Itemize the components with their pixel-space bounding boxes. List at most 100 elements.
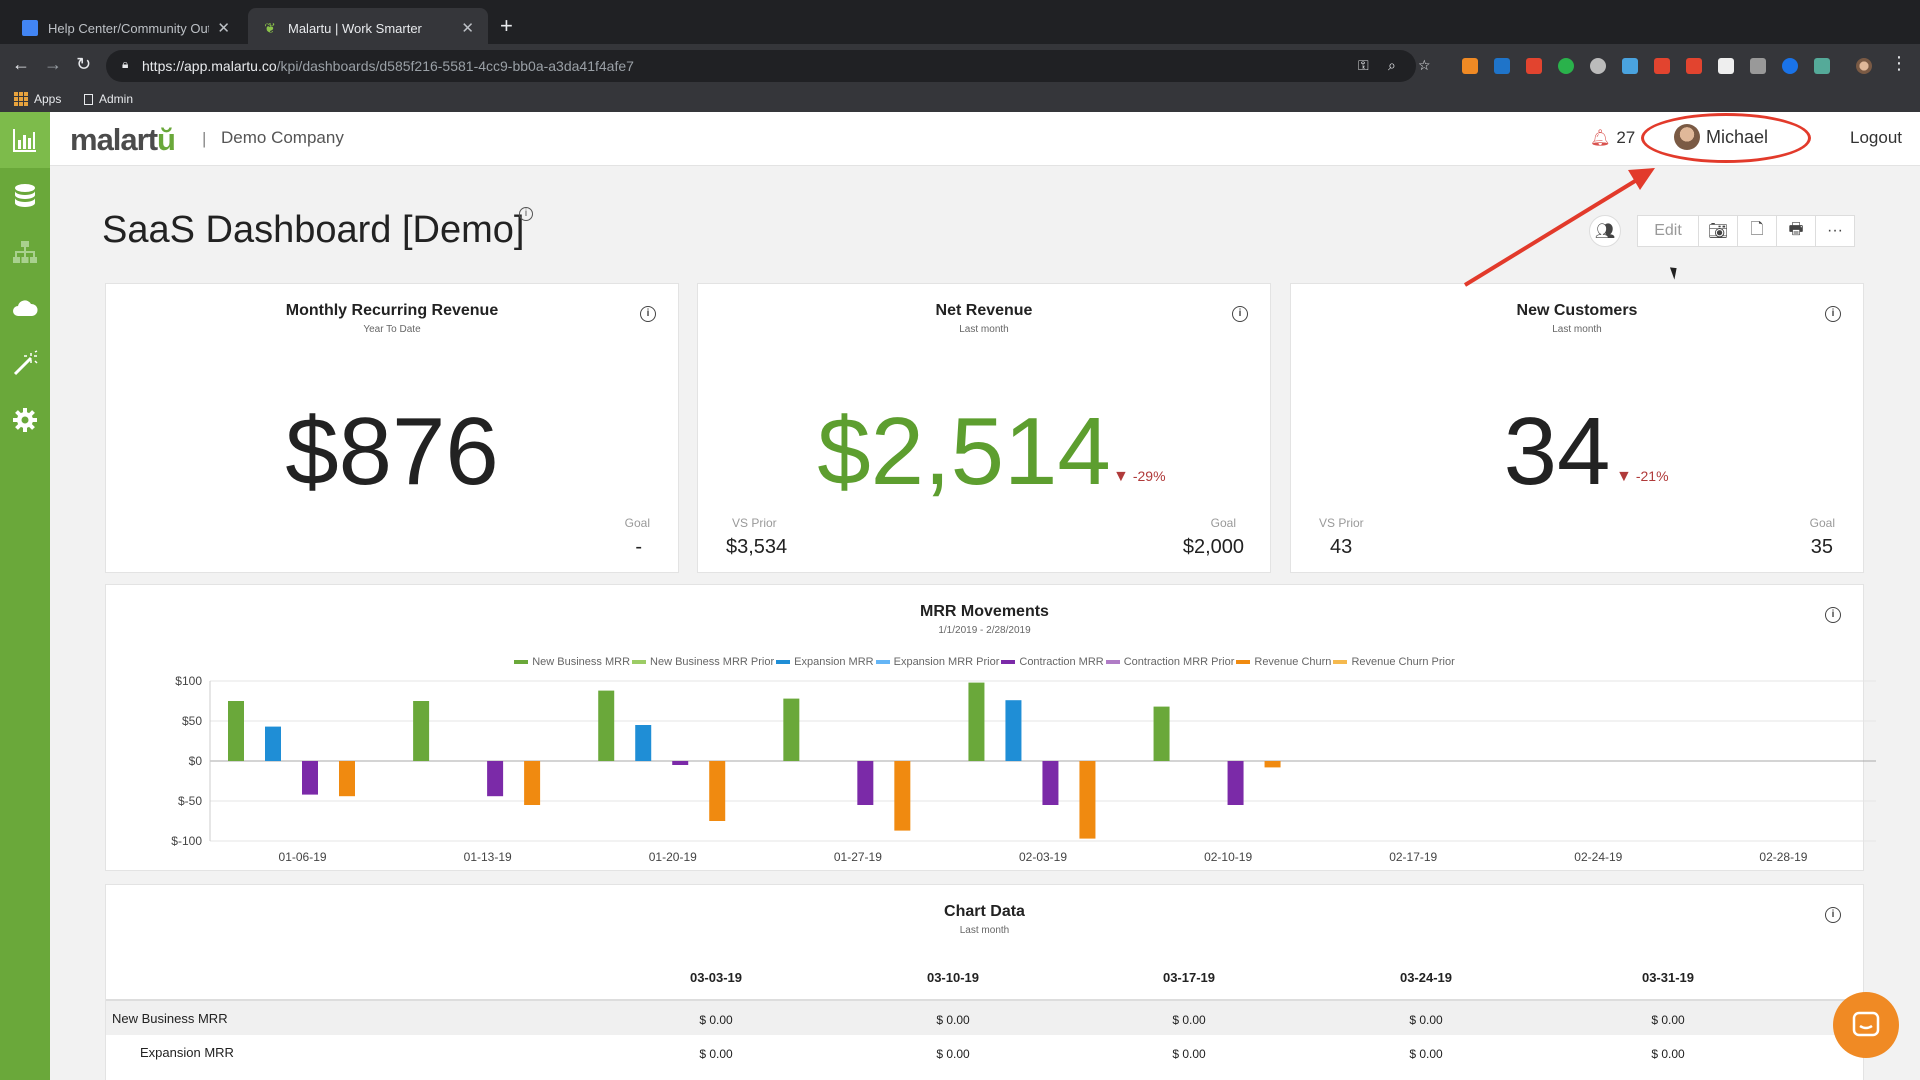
- chart-bar: [228, 701, 244, 761]
- annotation-ellipse: [1641, 113, 1811, 163]
- sidebar-item-settings[interactable]: [0, 392, 50, 448]
- down-triangle-icon: ▼: [1616, 468, 1632, 485]
- app-sidebar: [0, 112, 50, 1080]
- share-users-button[interactable]: 👥︎: [1589, 215, 1621, 247]
- snapshot-button[interactable]: 📷︎: [1698, 215, 1738, 247]
- address-bar[interactable]: 🔒︎ https://app.malartu.co/kpi/dashboards…: [106, 50, 1431, 82]
- browser-tab-malartu[interactable]: ❦ Malartu | Work Smarter ✕: [248, 8, 488, 48]
- goal-label: Goal: [624, 516, 650, 530]
- bookmark-admin[interactable]: Admin: [84, 92, 133, 106]
- key-icon[interactable]: ⚿: [1358, 57, 1369, 74]
- goal-label: Goal: [1210, 516, 1236, 530]
- forward-arrow-icon[interactable]: →: [44, 54, 62, 75]
- chart-data-table-card: Chart Data Last month i 03-03-19 03-10-19…: [105, 884, 1865, 1080]
- table-column-header[interactable]: 03-24-19: [1366, 970, 1486, 985]
- extension-icon[interactable]: [1686, 58, 1702, 74]
- grammarly-icon[interactable]: [1558, 58, 1574, 74]
- close-tab-icon[interactable]: ✕: [217, 19, 230, 37]
- profile-avatar-icon[interactable]: [1856, 58, 1872, 74]
- database-icon: [15, 184, 35, 207]
- malartu-leaf-icon: ❦: [264, 20, 276, 36]
- extension-icon[interactable]: [1654, 58, 1670, 74]
- extension-icon[interactable]: [1622, 58, 1638, 74]
- page-icon: [84, 93, 93, 105]
- extension-icon[interactable]: [1462, 58, 1478, 74]
- extension-icon[interactable]: [1814, 58, 1830, 74]
- back-arrow-icon[interactable]: ←: [12, 54, 30, 75]
- sidebar-item-dashboards[interactable]: [0, 112, 50, 168]
- export-button[interactable]: 🗋: [1737, 215, 1777, 247]
- mrr-movements-chart: $100 $50 $0 $-50 $-100 01-06-19 01-13-19 01-20-…: [171, 674, 1876, 864]
- company-name[interactable]: Demo Company: [221, 128, 344, 148]
- header-separator: |: [202, 129, 207, 148]
- sidebar-item-structure[interactable]: [0, 224, 50, 280]
- sidebar-item-data[interactable]: [0, 168, 50, 224]
- bookmarks-bar: Apps Admin: [0, 88, 1920, 112]
- bar-chart-icon: [13, 129, 36, 152]
- new-tab-button[interactable]: +: [500, 13, 513, 39]
- malartu-logo[interactable]: malartŭ: [70, 122, 176, 158]
- card-subtitle: Year To Date: [363, 324, 421, 335]
- print-button[interactable]: 🖶: [1776, 215, 1816, 247]
- extension-icon[interactable]: [1590, 58, 1606, 74]
- x-tick-label: 02-28-19: [1759, 850, 1807, 864]
- bell-icon: 🔔︎: [1590, 130, 1611, 147]
- menu-kebab-icon[interactable]: ⋮: [1890, 53, 1908, 74]
- info-icon[interactable]: i: [1825, 907, 1841, 923]
- goal-value: 35: [1810, 536, 1833, 558]
- apps-grid-icon: [14, 92, 28, 106]
- chart-bar: [1079, 761, 1096, 839]
- extension-icon[interactable]: [1782, 58, 1798, 74]
- extension-icon[interactable]: [1526, 58, 1542, 74]
- card-subtitle: Last month: [959, 324, 1009, 335]
- cloud-icon: [13, 300, 38, 316]
- edit-button[interactable]: Edit: [1637, 215, 1699, 247]
- notifications-button[interactable]: 🔔︎ 27: [1590, 128, 1635, 148]
- y-tick-label: $50: [182, 714, 202, 728]
- zoom-icon[interactable]: ⌕: [1388, 57, 1396, 74]
- delta-indicator: ▼ -21%: [1616, 468, 1669, 485]
- sidebar-item-integrations[interactable]: [0, 280, 50, 336]
- table-cell: $ 0.00: [1409, 1013, 1443, 1027]
- table-cell: $ 0.00: [699, 1013, 733, 1027]
- y-tick-label: $0: [189, 754, 203, 768]
- chart-card-mrr-movements: MRR Movements 1/1/2019 - 2/28/2019 i New…: [105, 584, 1876, 871]
- table-cell: $ 0.00: [1172, 1013, 1206, 1027]
- info-icon[interactable]: i: [1232, 306, 1248, 322]
- delta-indicator: ▼ -29%: [1113, 468, 1166, 485]
- chart-bar: [894, 761, 911, 831]
- y-tick-label: $-100: [171, 834, 202, 848]
- table-column-header[interactable]: 03-03-19: [656, 970, 776, 985]
- kpi-value: 34: [1503, 398, 1611, 505]
- chart-bar: [339, 761, 355, 797]
- reload-icon[interactable]: ↻: [76, 54, 91, 75]
- extension-icon[interactable]: [1718, 58, 1734, 74]
- down-triangle-icon: ▼: [1113, 468, 1129, 485]
- extension-icon[interactable]: [1750, 58, 1766, 74]
- table-column-header[interactable]: 03-17-19: [1129, 970, 1249, 985]
- y-tick-label: $100: [175, 674, 202, 688]
- chart-bar: [783, 698, 800, 761]
- notification-count: 27: [1616, 128, 1636, 147]
- more-options-button[interactable]: ···: [1815, 215, 1855, 247]
- table-column-header[interactable]: 03-10-19: [893, 970, 1013, 985]
- x-tick-label: 01-06-19: [279, 850, 327, 864]
- x-tick-label: 02-17-19: [1389, 850, 1437, 864]
- chat-launcher-button[interactable]: [1833, 992, 1899, 1058]
- info-icon[interactable]: i: [1825, 306, 1841, 322]
- kpi-value: $876: [285, 398, 499, 505]
- lock-icon: 🔒︎: [122, 57, 129, 71]
- extension-icon[interactable]: [1494, 58, 1510, 74]
- browser-toolbar: ← → ↻ 🔒︎ https://app.malartu.co/kpi/dash…: [0, 44, 1920, 88]
- star-icon[interactable]: ☆: [1418, 57, 1431, 74]
- info-icon[interactable]: i: [640, 306, 656, 322]
- info-icon[interactable]: i: [519, 207, 533, 221]
- sidebar-item-tools[interactable]: [0, 336, 50, 392]
- table-column-header[interactable]: 03-31-19: [1608, 970, 1728, 985]
- logout-link[interactable]: Logout: [1850, 128, 1902, 148]
- bookmark-apps[interactable]: Apps: [14, 92, 61, 106]
- close-tab-icon[interactable]: ✕: [461, 19, 474, 37]
- chart-bar: [265, 726, 281, 761]
- x-tick-label: 01-20-19: [649, 850, 697, 864]
- browser-tab-help-center[interactable]: Help Center/Community Outline ✕: [8, 8, 244, 48]
